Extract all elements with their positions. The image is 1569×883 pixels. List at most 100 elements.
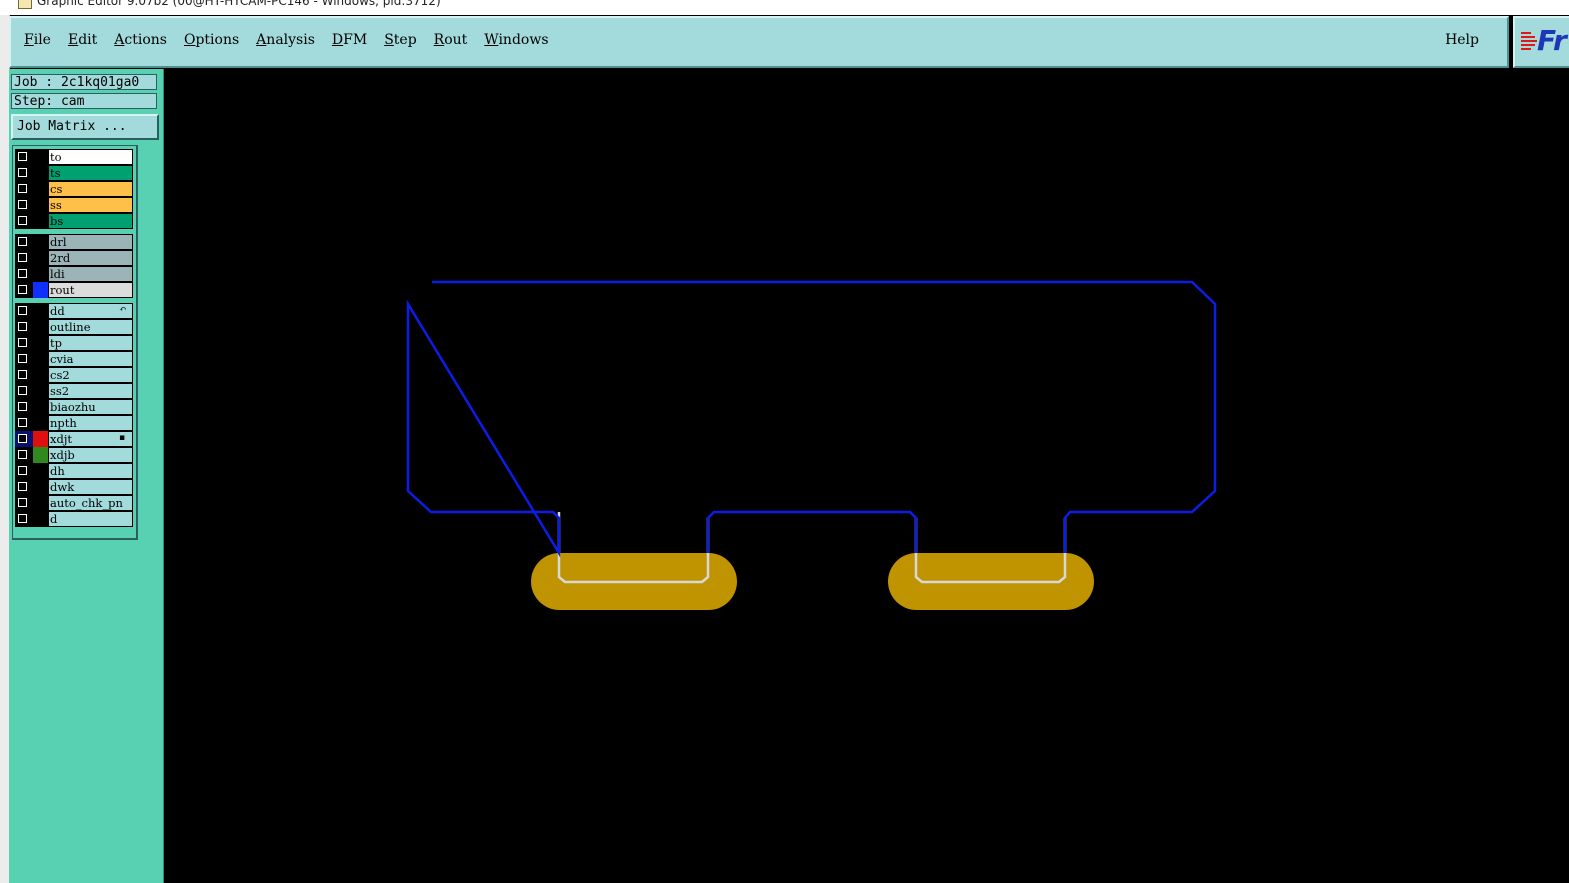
- layer-name[interactable]: d: [48, 511, 133, 527]
- layer-row-dwk[interactable]: dwk: [15, 479, 133, 495]
- layer-checkbox[interactable]: [15, 495, 33, 511]
- menu-options[interactable]: Options: [184, 32, 239, 48]
- layer-checkbox[interactable]: [15, 282, 33, 298]
- menu-help[interactable]: Help: [1445, 32, 1479, 48]
- layer-row-dd[interactable]: dd ↶: [15, 303, 133, 319]
- layer-checkbox[interactable]: [15, 335, 33, 351]
- layer-row-npth[interactable]: npth: [15, 415, 133, 431]
- layer-row-biaozhu[interactable]: biaozhu: [15, 399, 133, 415]
- layer-color-swatch[interactable]: [33, 463, 48, 479]
- layer-color-swatch[interactable]: [33, 383, 48, 399]
- layer-color-swatch[interactable]: [33, 399, 48, 415]
- layer-row-ss2[interactable]: ss2: [15, 383, 133, 399]
- layer-row-cs[interactable]: cs: [15, 181, 133, 197]
- layer-row-to[interactable]: to: [15, 149, 133, 165]
- layer-checkbox[interactable]: [15, 431, 33, 447]
- layer-color-swatch[interactable]: [33, 479, 48, 495]
- layer-checkbox[interactable]: [15, 399, 33, 415]
- menu-step[interactable]: Step: [384, 32, 416, 48]
- layer-row-xdjb[interactable]: xdjb: [15, 447, 133, 463]
- layer-name[interactable]: ss: [48, 197, 133, 213]
- menu-dfm[interactable]: DFM: [332, 32, 367, 48]
- layer-color-swatch[interactable]: [33, 319, 48, 335]
- menu-rout[interactable]: Rout: [434, 32, 468, 48]
- layer-checkbox[interactable]: [15, 213, 33, 229]
- layer-row-ldi[interactable]: ldi: [15, 266, 133, 282]
- layer-checkbox[interactable]: [15, 415, 33, 431]
- layer-color-swatch[interactable]: [33, 165, 48, 181]
- layer-checkbox[interactable]: [15, 266, 33, 282]
- layer-name[interactable]: outline: [48, 319, 133, 335]
- layer-name[interactable]: ldi: [48, 266, 133, 282]
- layer-row-tp[interactable]: tp: [15, 335, 133, 351]
- menu-analysis[interactable]: Analysis: [256, 32, 315, 48]
- layer-color-swatch[interactable]: [33, 367, 48, 383]
- layer-checkbox[interactable]: [15, 479, 33, 495]
- board-drawing[interactable]: [164, 69, 1569, 883]
- layer-row-auto_chk_pn[interactable]: auto_chk_pn: [15, 495, 133, 511]
- layer-color-swatch[interactable]: [33, 511, 48, 527]
- layer-name[interactable]: dh: [48, 463, 133, 479]
- layer-color-swatch[interactable]: [33, 181, 48, 197]
- layer-checkbox[interactable]: [15, 250, 33, 266]
- layer-checkbox[interactable]: [15, 463, 33, 479]
- layer-name[interactable]: dwk: [48, 479, 133, 495]
- layer-color-swatch[interactable]: [33, 431, 48, 447]
- layer-color-swatch[interactable]: [33, 415, 48, 431]
- layer-checkbox[interactable]: [15, 197, 33, 213]
- layer-color-swatch[interactable]: [33, 250, 48, 266]
- layer-checkbox[interactable]: [15, 367, 33, 383]
- layer-color-swatch[interactable]: [33, 234, 48, 250]
- layer-row-bs[interactable]: bs: [15, 213, 133, 229]
- layer-name[interactable]: rout: [48, 282, 133, 298]
- layer-row-ss[interactable]: ss: [15, 197, 133, 213]
- menu-edit[interactable]: Edit: [68, 32, 97, 48]
- layer-row-2rd[interactable]: 2rd: [15, 250, 133, 266]
- layer-color-swatch[interactable]: [33, 335, 48, 351]
- layer-checkbox[interactable]: [15, 303, 33, 319]
- layer-color-swatch[interactable]: [33, 197, 48, 213]
- layer-color-swatch[interactable]: [33, 282, 48, 298]
- layer-row-drl[interactable]: drl: [15, 234, 133, 250]
- layer-color-swatch[interactable]: [33, 266, 48, 282]
- layer-name[interactable]: biaozhu: [48, 399, 133, 415]
- layer-checkbox[interactable]: [15, 149, 33, 165]
- layer-row-cs2[interactable]: cs2: [15, 367, 133, 383]
- layer-color-swatch[interactable]: [33, 213, 48, 229]
- layer-name[interactable]: cvia: [48, 351, 133, 367]
- layer-name[interactable]: npth: [48, 415, 133, 431]
- layer-name[interactable]: to: [48, 149, 133, 165]
- layer-name[interactable]: auto_chk_pn: [48, 495, 133, 511]
- layer-color-swatch[interactable]: [33, 495, 48, 511]
- layer-row-ts[interactable]: ts: [15, 165, 133, 181]
- rout-outline[interactable]: [406, 280, 1217, 558]
- layer-name[interactable]: 2rd: [48, 250, 133, 266]
- layer-name[interactable]: ss2: [48, 383, 133, 399]
- graphic-canvas[interactable]: [164, 69, 1569, 883]
- menu-file[interactable]: File: [24, 32, 51, 48]
- menu-windows[interactable]: Windows: [484, 32, 548, 48]
- layer-row-xdjt[interactable]: xdjt ▪: [15, 431, 133, 447]
- layer-checkbox[interactable]: [15, 319, 33, 335]
- layer-name[interactable]: cs2: [48, 367, 133, 383]
- layer-row-outline[interactable]: outline: [15, 319, 133, 335]
- layer-checkbox[interactable]: [15, 165, 33, 181]
- layer-checkbox[interactable]: [15, 234, 33, 250]
- layer-row-dh[interactable]: dh: [15, 463, 133, 479]
- layer-name[interactable]: cs: [48, 181, 133, 197]
- layer-checkbox[interactable]: [15, 351, 33, 367]
- layer-color-swatch[interactable]: [33, 303, 48, 319]
- layer-color-swatch[interactable]: [33, 351, 48, 367]
- layer-name[interactable]: xdjb: [48, 447, 133, 463]
- layer-color-swatch[interactable]: [33, 447, 48, 463]
- menu-actions[interactable]: Actions: [114, 32, 167, 48]
- layer-row-cvia[interactable]: cvia: [15, 351, 133, 367]
- layer-checkbox[interactable]: [15, 181, 33, 197]
- layer-name[interactable]: tp: [48, 335, 133, 351]
- job-matrix-button[interactable]: Job Matrix ...: [11, 114, 159, 140]
- layer-row-rout[interactable]: rout: [15, 282, 133, 298]
- layer-name[interactable]: ts: [48, 165, 133, 181]
- layer-name[interactable]: drl: [48, 234, 133, 250]
- layer-checkbox[interactable]: [15, 447, 33, 463]
- layer-row-d[interactable]: d: [15, 511, 133, 527]
